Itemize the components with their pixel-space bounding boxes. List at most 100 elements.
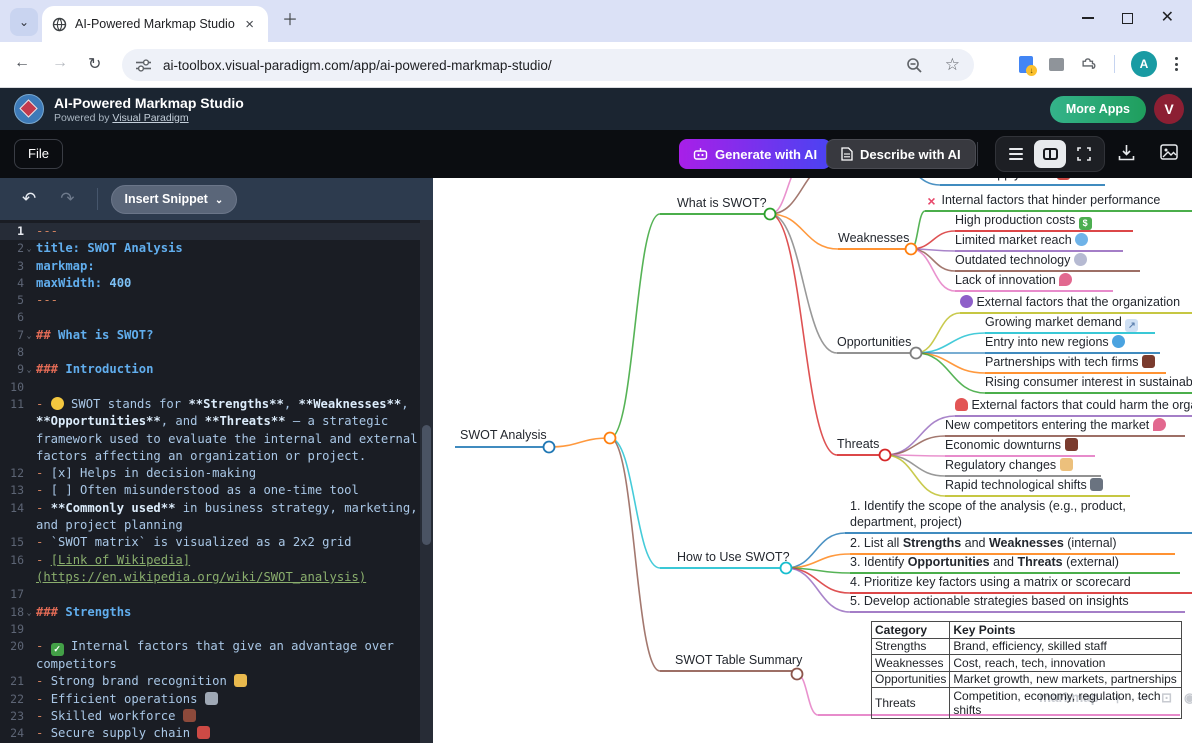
map-node-o5[interactable]: Rising consumer interest in sustainabili…	[985, 375, 1192, 389]
split-view-button[interactable]	[1034, 140, 1066, 168]
map-node-thr[interactable]: Threats	[837, 437, 879, 451]
map-node-t2[interactable]: New competitors entering the market	[945, 418, 1166, 432]
visual-paradigm-link[interactable]: Visual Paradigm	[112, 112, 188, 124]
code-line-13[interactable]: 13- [ ] Often misunderstood as a one-tim…	[0, 482, 420, 499]
line-content[interactable]: - Skilled workforce	[34, 708, 420, 725]
map-node-c1[interactable]: 1. Identify the scope of the analysis (e…	[850, 499, 1192, 530]
export-image-button[interactable]	[1160, 144, 1178, 160]
editor-only-view-button[interactable]	[1000, 140, 1032, 168]
browser-tab[interactable]: AI-Powered Markmap Studio ×	[42, 6, 268, 42]
map-node-how[interactable]: How to Use SWOT?	[677, 550, 790, 564]
code-line-18[interactable]: 18⌄### Strengths	[0, 604, 420, 621]
reload-button[interactable]: ↻	[88, 54, 101, 74]
code-line-7[interactable]: 7⌄## What is SWOT?	[0, 327, 420, 344]
url-text[interactable]: ai-toolbox.visual-paradigm.com/app/ai-po…	[163, 58, 906, 73]
code-line-24[interactable]: 24- Secure supply chain	[0, 725, 420, 742]
map-node-secure[interactable]: Secure supply chain	[941, 178, 1070, 181]
line-content[interactable]: - **Commonly used** in business strategy…	[34, 500, 420, 535]
line-content[interactable]: title: SWOT Analysis	[34, 240, 420, 257]
tab-close-icon[interactable]: ×	[241, 17, 258, 32]
map-node-t1[interactable]: External factors that could harm the org…	[955, 398, 1192, 412]
map-node-c2[interactable]: 2. List all Strengths and Weaknesses (in…	[850, 536, 1117, 550]
extensions-puzzle-icon[interactable]	[1080, 55, 1098, 73]
map-node-o2[interactable]: Growing market demand ↗	[985, 315, 1138, 332]
redo-icon[interactable]: ↷	[60, 189, 74, 209]
map-node-w5[interactable]: Lack of innovation	[955, 273, 1072, 287]
map-node-root[interactable]: SWOT Analysis	[460, 428, 547, 442]
bookmark-star-icon[interactable]: ☆	[945, 55, 960, 75]
map-node-w2[interactable]: High production costs $	[955, 213, 1092, 230]
url-omnibox[interactable]: ai-toolbox.visual-paradigm.com/app/ai-po…	[122, 49, 974, 81]
map-node-o4[interactable]: Partnerships with tech firms	[985, 355, 1155, 369]
map-node-w3[interactable]: Limited market reach	[955, 233, 1088, 247]
insert-snippet-button[interactable]: Insert Snippet⌄	[111, 185, 238, 214]
line-content[interactable]: ### Strengths	[34, 604, 420, 621]
map-node-tbl[interactable]: SWOT Table Summary	[675, 653, 802, 667]
line-content[interactable]: ---	[34, 292, 420, 309]
map-node-w4[interactable]: Outdated technology	[955, 253, 1087, 267]
map-node-c3[interactable]: 3. Identify Opportunities and Threats (e…	[850, 555, 1119, 569]
extension-doc-icon[interactable]	[1019, 56, 1033, 73]
node-toggle-circle[interactable]	[911, 348, 922, 359]
map-node-o3[interactable]: Entry into new regions	[985, 335, 1125, 349]
node-toggle-circle[interactable]	[765, 209, 776, 220]
code-line-14[interactable]: 14- **Commonly used** in business strate…	[0, 500, 420, 535]
node-toggle-circle[interactable]	[880, 450, 891, 461]
undo-icon[interactable]: ↶	[22, 189, 36, 209]
zoom-icon[interactable]	[906, 57, 923, 74]
line-content[interactable]: - ✓ Internal factors that give an advant…	[34, 638, 420, 673]
fold-arrow-icon[interactable]: ⌄	[24, 604, 34, 621]
line-content[interactable]: maxWidth: 400	[34, 275, 420, 292]
code-line-8[interactable]: 8	[0, 344, 420, 361]
file-menu-button[interactable]: File	[14, 139, 63, 169]
fold-arrow-icon[interactable]: ⌄	[24, 327, 34, 344]
line-content[interactable]: ### Introduction	[34, 361, 420, 378]
code-line-19[interactable]: 19	[0, 621, 420, 638]
window-maximize-button[interactable]	[1122, 13, 1133, 24]
map-only-view-button[interactable]	[1068, 140, 1100, 168]
code-line-4[interactable]: 4 maxWidth: 400	[0, 275, 420, 292]
line-content[interactable]: - [ ] Often misunderstood as a one-time …	[34, 482, 420, 499]
map-node-weak[interactable]: Weaknesses	[838, 231, 909, 245]
code-line-22[interactable]: 22- Efficient operations	[0, 691, 420, 708]
download-button[interactable]	[1118, 144, 1135, 161]
forward-button[interactable]: →	[52, 54, 68, 72]
fold-arrow-icon[interactable]: ⌄	[24, 240, 34, 257]
code-line-15[interactable]: 15- `SWOT matrix` is visualized as a 2x2…	[0, 534, 420, 551]
line-content[interactable]: - [x] Helps in decision-making	[34, 465, 420, 482]
new-tab-button[interactable]: ＋	[282, 10, 298, 32]
editor-scrollbar[interactable]	[420, 220, 433, 743]
code-line-1[interactable]: 1---	[0, 223, 420, 240]
code-line-21[interactable]: 21- Strong brand recognition	[0, 673, 420, 690]
mindmap-panel[interactable]: markmap ＋ － ⊡ ◉ CategoryKey PointsStreng…	[433, 178, 1192, 743]
line-content[interactable]: ## What is SWOT?	[34, 327, 420, 344]
browser-menu-icon[interactable]	[1173, 55, 1180, 73]
line-content[interactable]: ---	[34, 223, 420, 240]
node-toggle-circle[interactable]	[906, 244, 917, 255]
code-line-10[interactable]: 10	[0, 379, 420, 396]
map-node-opp[interactable]: Opportunities	[837, 335, 911, 349]
site-settings-icon[interactable]	[136, 59, 151, 72]
browser-profile-avatar[interactable]: A	[1131, 51, 1157, 77]
code-line-5[interactable]: 5---	[0, 292, 420, 309]
node-toggle-circle[interactable]	[781, 563, 792, 574]
fold-arrow-icon[interactable]: ⌄	[24, 361, 34, 378]
node-toggle-circle[interactable]	[605, 433, 616, 444]
line-content[interactable]	[34, 309, 420, 326]
code-line-12[interactable]: 12- [x] Helps in decision-making	[0, 465, 420, 482]
back-button[interactable]: ←	[14, 54, 30, 72]
extension-chat-icon[interactable]	[1049, 58, 1064, 71]
line-content[interactable]	[34, 379, 420, 396]
editor-scrollbar-thumb[interactable]	[422, 425, 431, 545]
code-editor[interactable]: 1---2⌄title: SWOT Analysis3markmap:4 max…	[0, 220, 420, 743]
line-content[interactable]: - `SWOT matrix` is visualized as a 2x2 g…	[34, 534, 420, 551]
map-node-t5[interactable]: Rapid technological shifts	[945, 478, 1103, 492]
code-line-9[interactable]: 9⌄### Introduction	[0, 361, 420, 378]
code-line-6[interactable]: 6	[0, 309, 420, 326]
code-line-11[interactable]: 11- SWOT stands for **Strengths**, **Wea…	[0, 396, 420, 465]
map-node-c4[interactable]: 4. Prioritize key factors using a matrix…	[850, 575, 1131, 589]
line-content[interactable]	[34, 621, 420, 638]
map-node-t3[interactable]: Economic downturns	[945, 438, 1078, 452]
code-line-20[interactable]: 20- ✓ Internal factors that give an adva…	[0, 638, 420, 673]
window-close-button[interactable]: ✕	[1161, 11, 1174, 25]
